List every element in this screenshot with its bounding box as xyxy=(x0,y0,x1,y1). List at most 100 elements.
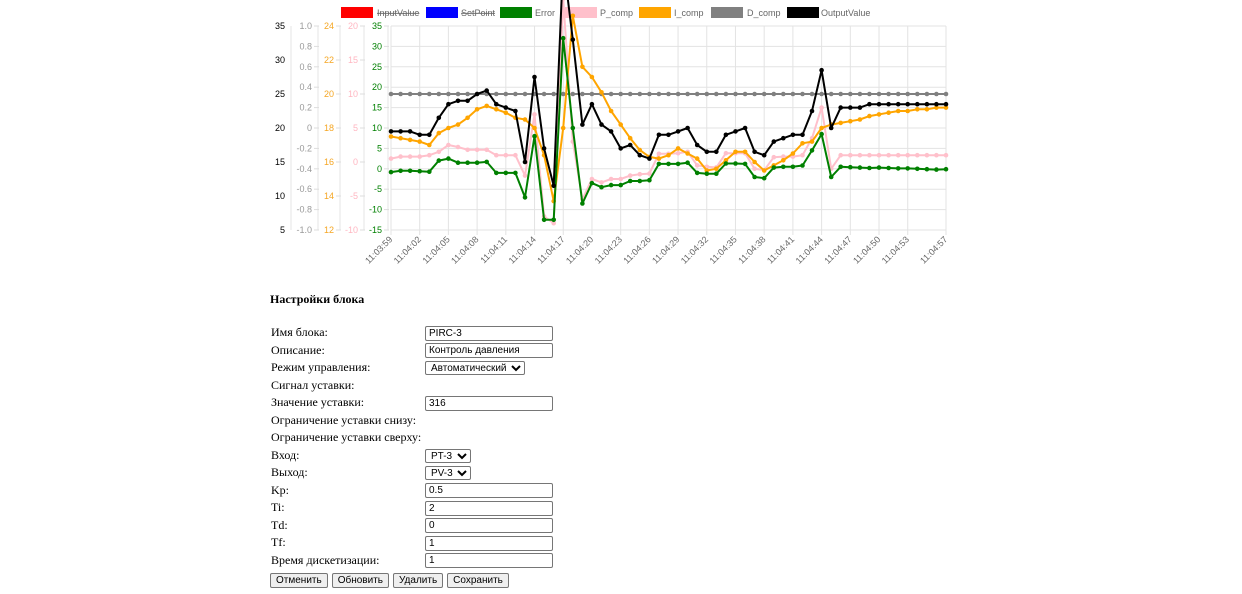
point-outputvalue-17 xyxy=(551,183,556,189)
point-outputvalue-23 xyxy=(608,129,614,134)
point-outputvalue-29 xyxy=(666,132,671,138)
point-outputvalue-24 xyxy=(618,146,623,151)
point-error-35 xyxy=(723,161,729,166)
point-outputvalue-20 xyxy=(580,122,585,127)
label-setpoint-high-limit: Ограничение уставки сверху: xyxy=(271,430,422,445)
ax-error-tick-6: 5 xyxy=(377,143,382,153)
point-p-comp-26 xyxy=(637,171,643,177)
point-error-0 xyxy=(388,169,394,175)
point-error-18 xyxy=(560,35,566,41)
ax-setpoint-tick-7: -0.4 xyxy=(296,164,312,174)
x-tick-label-4: 11:04:11 xyxy=(478,234,509,265)
tf-input[interactable] xyxy=(425,535,553,551)
point-d-comp-21 xyxy=(589,91,595,97)
point-outputvalue-35 xyxy=(723,132,729,138)
point-outputvalue-9 xyxy=(474,91,480,97)
label-control-mode: Режим управления: xyxy=(271,360,371,375)
point-d-comp-24 xyxy=(618,91,623,97)
legend-label-d-comp: D_comp xyxy=(747,8,781,18)
point-i-comp-53 xyxy=(895,108,901,114)
ax-setpoint-tick-5: 0 xyxy=(307,123,312,133)
x-tick-label-8: 11:04:23 xyxy=(593,234,624,265)
input-select[interactable]: PT-3 xyxy=(425,448,471,463)
description-input[interactable] xyxy=(425,343,553,359)
point-p-comp-7 xyxy=(455,144,461,150)
point-i-comp-32 xyxy=(694,156,700,161)
point-outputvalue-42 xyxy=(790,132,796,138)
legend-swatch-setpoint xyxy=(426,7,458,18)
ax-error-tick-5: 10 xyxy=(372,123,382,133)
point-error-27 xyxy=(647,177,652,183)
point-i-comp-48 xyxy=(848,118,853,124)
point-outputvalue-28 xyxy=(656,132,662,138)
point-i-comp-11 xyxy=(494,107,499,112)
point-error-43 xyxy=(800,163,805,168)
ax-error-tick-10: -15 xyxy=(369,225,382,235)
point-d-comp-49 xyxy=(857,91,863,97)
point-error-56 xyxy=(924,166,930,172)
refresh-button[interactable]: Обновить xyxy=(331,573,389,588)
point-i-comp-6 xyxy=(446,125,451,131)
point-i-comp-7 xyxy=(455,122,461,127)
label-block-name: Имя блока: xyxy=(271,325,328,340)
delete-button[interactable]: Удалить xyxy=(392,573,444,588)
ax-inputvalue-tick-2: 25 xyxy=(275,89,285,99)
field-row-input: Вход: PT-3 xyxy=(270,447,553,465)
x-tick-label-5: 11:04:14 xyxy=(507,234,538,265)
field-row-block-name: Имя блока: xyxy=(270,324,553,342)
point-d-comp-52 xyxy=(886,91,891,97)
x-tick-label-14: 11:04:41 xyxy=(765,234,796,265)
point-error-51 xyxy=(876,165,882,170)
settings-title: Настройки блока xyxy=(270,292,365,306)
label-description: Описание: xyxy=(271,342,325,357)
field-row-tf: Tf: xyxy=(270,534,553,552)
point-p-comp-52 xyxy=(886,152,891,158)
point-i-comp-0 xyxy=(388,134,394,139)
legend-label-setpoint: SetPoint xyxy=(461,8,496,18)
point-outputvalue-11 xyxy=(494,101,499,107)
point-d-comp-12 xyxy=(503,91,509,97)
setpoint-value-input[interactable] xyxy=(425,395,553,411)
output-select[interactable]: PV-3 xyxy=(425,466,471,481)
point-p-comp-57 xyxy=(934,152,939,158)
point-p-comp-24 xyxy=(618,176,623,182)
point-i-comp-2 xyxy=(407,137,413,143)
point-i-comp-18 xyxy=(560,125,566,131)
point-error-23 xyxy=(608,182,614,188)
save-button[interactable]: Сохранить xyxy=(447,573,509,588)
block-name-input[interactable] xyxy=(425,325,553,341)
point-p-comp-45 xyxy=(819,105,824,110)
point-d-comp-48 xyxy=(848,91,853,97)
ax-setpoint-tick-8: -0.6 xyxy=(296,184,312,194)
ax-inputvalue-tick-0: 35 xyxy=(275,21,285,31)
point-error-8 xyxy=(465,160,470,165)
x-tick-label-7: 11:04:20 xyxy=(564,234,595,265)
point-outputvalue-34 xyxy=(714,149,719,155)
td-input[interactable] xyxy=(425,518,553,534)
point-error-47 xyxy=(838,164,843,170)
legend-label-error: Error xyxy=(535,8,555,18)
point-i-comp-14 xyxy=(522,117,528,122)
sampling-time-input[interactable] xyxy=(425,553,553,569)
label-input: Вход: xyxy=(271,447,300,462)
legend-swatch-outputvalue xyxy=(787,7,819,18)
control-mode-select[interactable]: Автоматический xyxy=(425,361,525,376)
point-d-comp-1 xyxy=(398,91,403,97)
ti-input[interactable] xyxy=(425,500,553,516)
point-d-comp-25 xyxy=(627,91,633,97)
point-error-46 xyxy=(828,174,834,180)
point-p-comp-55 xyxy=(915,152,920,158)
point-outputvalue-46 xyxy=(828,125,834,131)
point-i-comp-51 xyxy=(876,112,882,117)
point-i-comp-20 xyxy=(580,64,585,70)
ax-icomp-tick-6: 12 xyxy=(324,225,334,235)
point-error-44 xyxy=(809,148,815,153)
point-error-15 xyxy=(532,133,537,139)
kp-input[interactable] xyxy=(425,483,553,499)
point-outputvalue-31 xyxy=(685,125,690,131)
point-outputvalue-50 xyxy=(867,101,872,107)
cancel-button[interactable]: Отменить xyxy=(270,573,328,588)
point-p-comp-14 xyxy=(522,173,528,178)
point-i-comp-30 xyxy=(675,146,681,151)
point-error-29 xyxy=(666,161,671,167)
